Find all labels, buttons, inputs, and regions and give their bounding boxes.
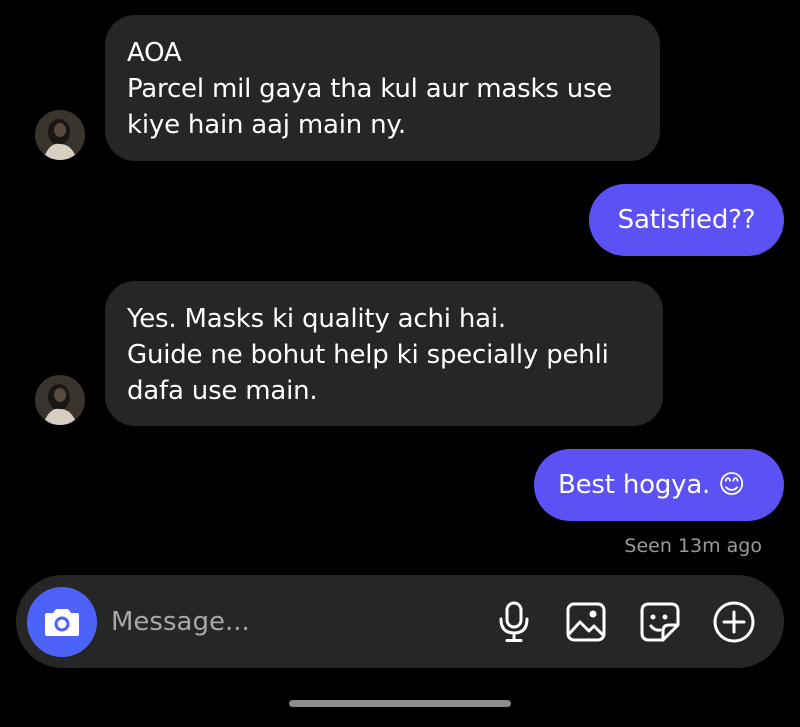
sender-avatar[interactable]	[35, 110, 85, 160]
gallery-button[interactable]	[562, 598, 610, 646]
incoming-message-bubble[interactable]: AOA Parcel mil gaya tha kul aur masks us…	[105, 15, 660, 161]
message-text-line: Parcel mil gaya tha kul aur masks use	[127, 74, 613, 104]
avatar-photo-icon	[35, 110, 85, 160]
message-text-line: AOA	[127, 38, 182, 68]
image-icon	[566, 602, 606, 642]
message-text: Best hogya. 😊	[558, 470, 746, 500]
message-input[interactable]	[111, 599, 481, 645]
plus-circle-icon	[713, 601, 755, 643]
message-composer	[16, 575, 784, 668]
home-indicator[interactable]	[289, 700, 511, 707]
sticker-button[interactable]	[636, 598, 684, 646]
outgoing-message-bubble[interactable]: Satisfied??	[589, 184, 784, 256]
microphone-icon	[499, 601, 529, 642]
outgoing-message-bubble[interactable]: Best hogya. 😊	[534, 449, 784, 521]
message-text-line: kiye hain aaj main ny.	[127, 110, 406, 140]
message-text: Satisfied??	[617, 205, 756, 235]
camera-icon	[45, 609, 79, 636]
message-text-line: dafa use main.	[127, 376, 318, 406]
avatar-photo-icon	[35, 375, 85, 425]
message-text-line: Guide ne bohut help ki specially pehli	[127, 340, 609, 370]
voice-message-button[interactable]	[490, 598, 538, 646]
incoming-message-bubble[interactable]: Yes. Masks ki quality achi hai. Guide ne…	[105, 281, 663, 426]
sender-avatar[interactable]	[35, 375, 85, 425]
camera-button[interactable]	[27, 587, 97, 657]
more-options-button[interactable]	[710, 598, 758, 646]
message-text-line: Yes. Masks ki quality achi hai.	[127, 304, 506, 334]
sticker-icon	[640, 602, 680, 642]
seen-status: Seen 13m ago	[624, 535, 762, 557]
